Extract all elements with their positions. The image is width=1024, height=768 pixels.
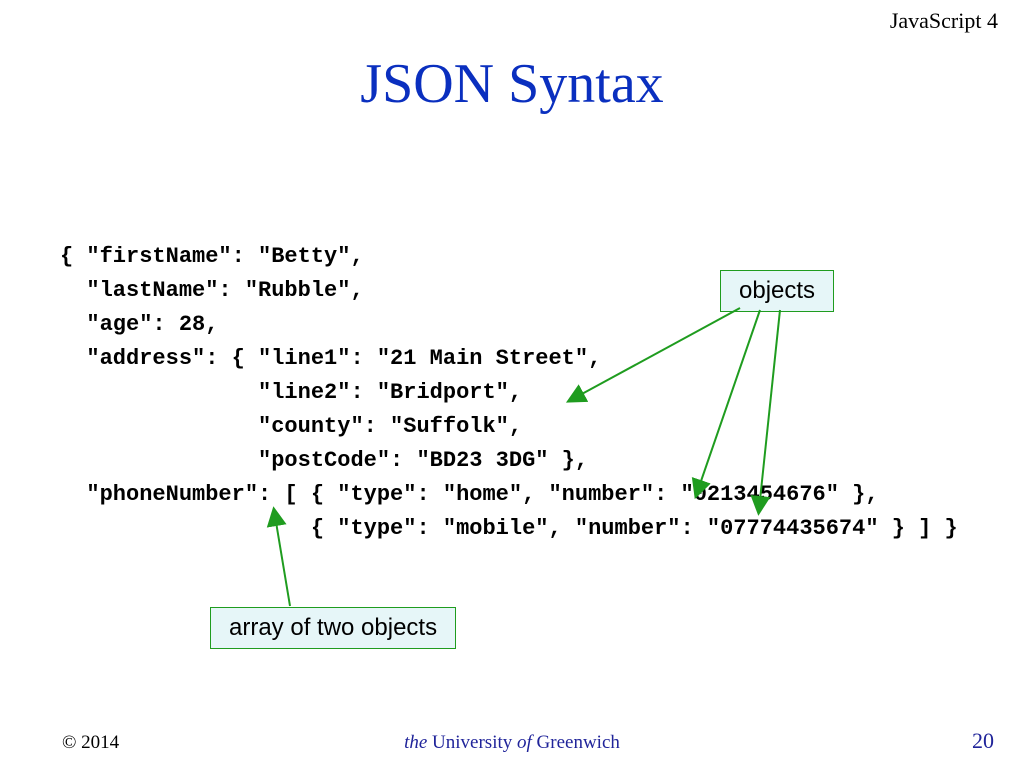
callout-objects: objects <box>720 270 834 312</box>
footer-place: Greenwich <box>537 732 620 753</box>
callout-array: array of two objects <box>210 607 456 649</box>
footer-university: the University of Greenwich <box>0 732 1024 754</box>
slide-title: JSON Syntax <box>0 52 1024 116</box>
course-label: JavaScript 4 <box>890 8 998 34</box>
footer-the: the <box>404 732 432 753</box>
footer-uname: University <box>432 732 517 753</box>
footer: © 2014 the University of Greenwich 20 <box>0 732 1024 762</box>
footer-of: of <box>517 732 537 753</box>
slide-number: 20 <box>972 728 994 754</box>
